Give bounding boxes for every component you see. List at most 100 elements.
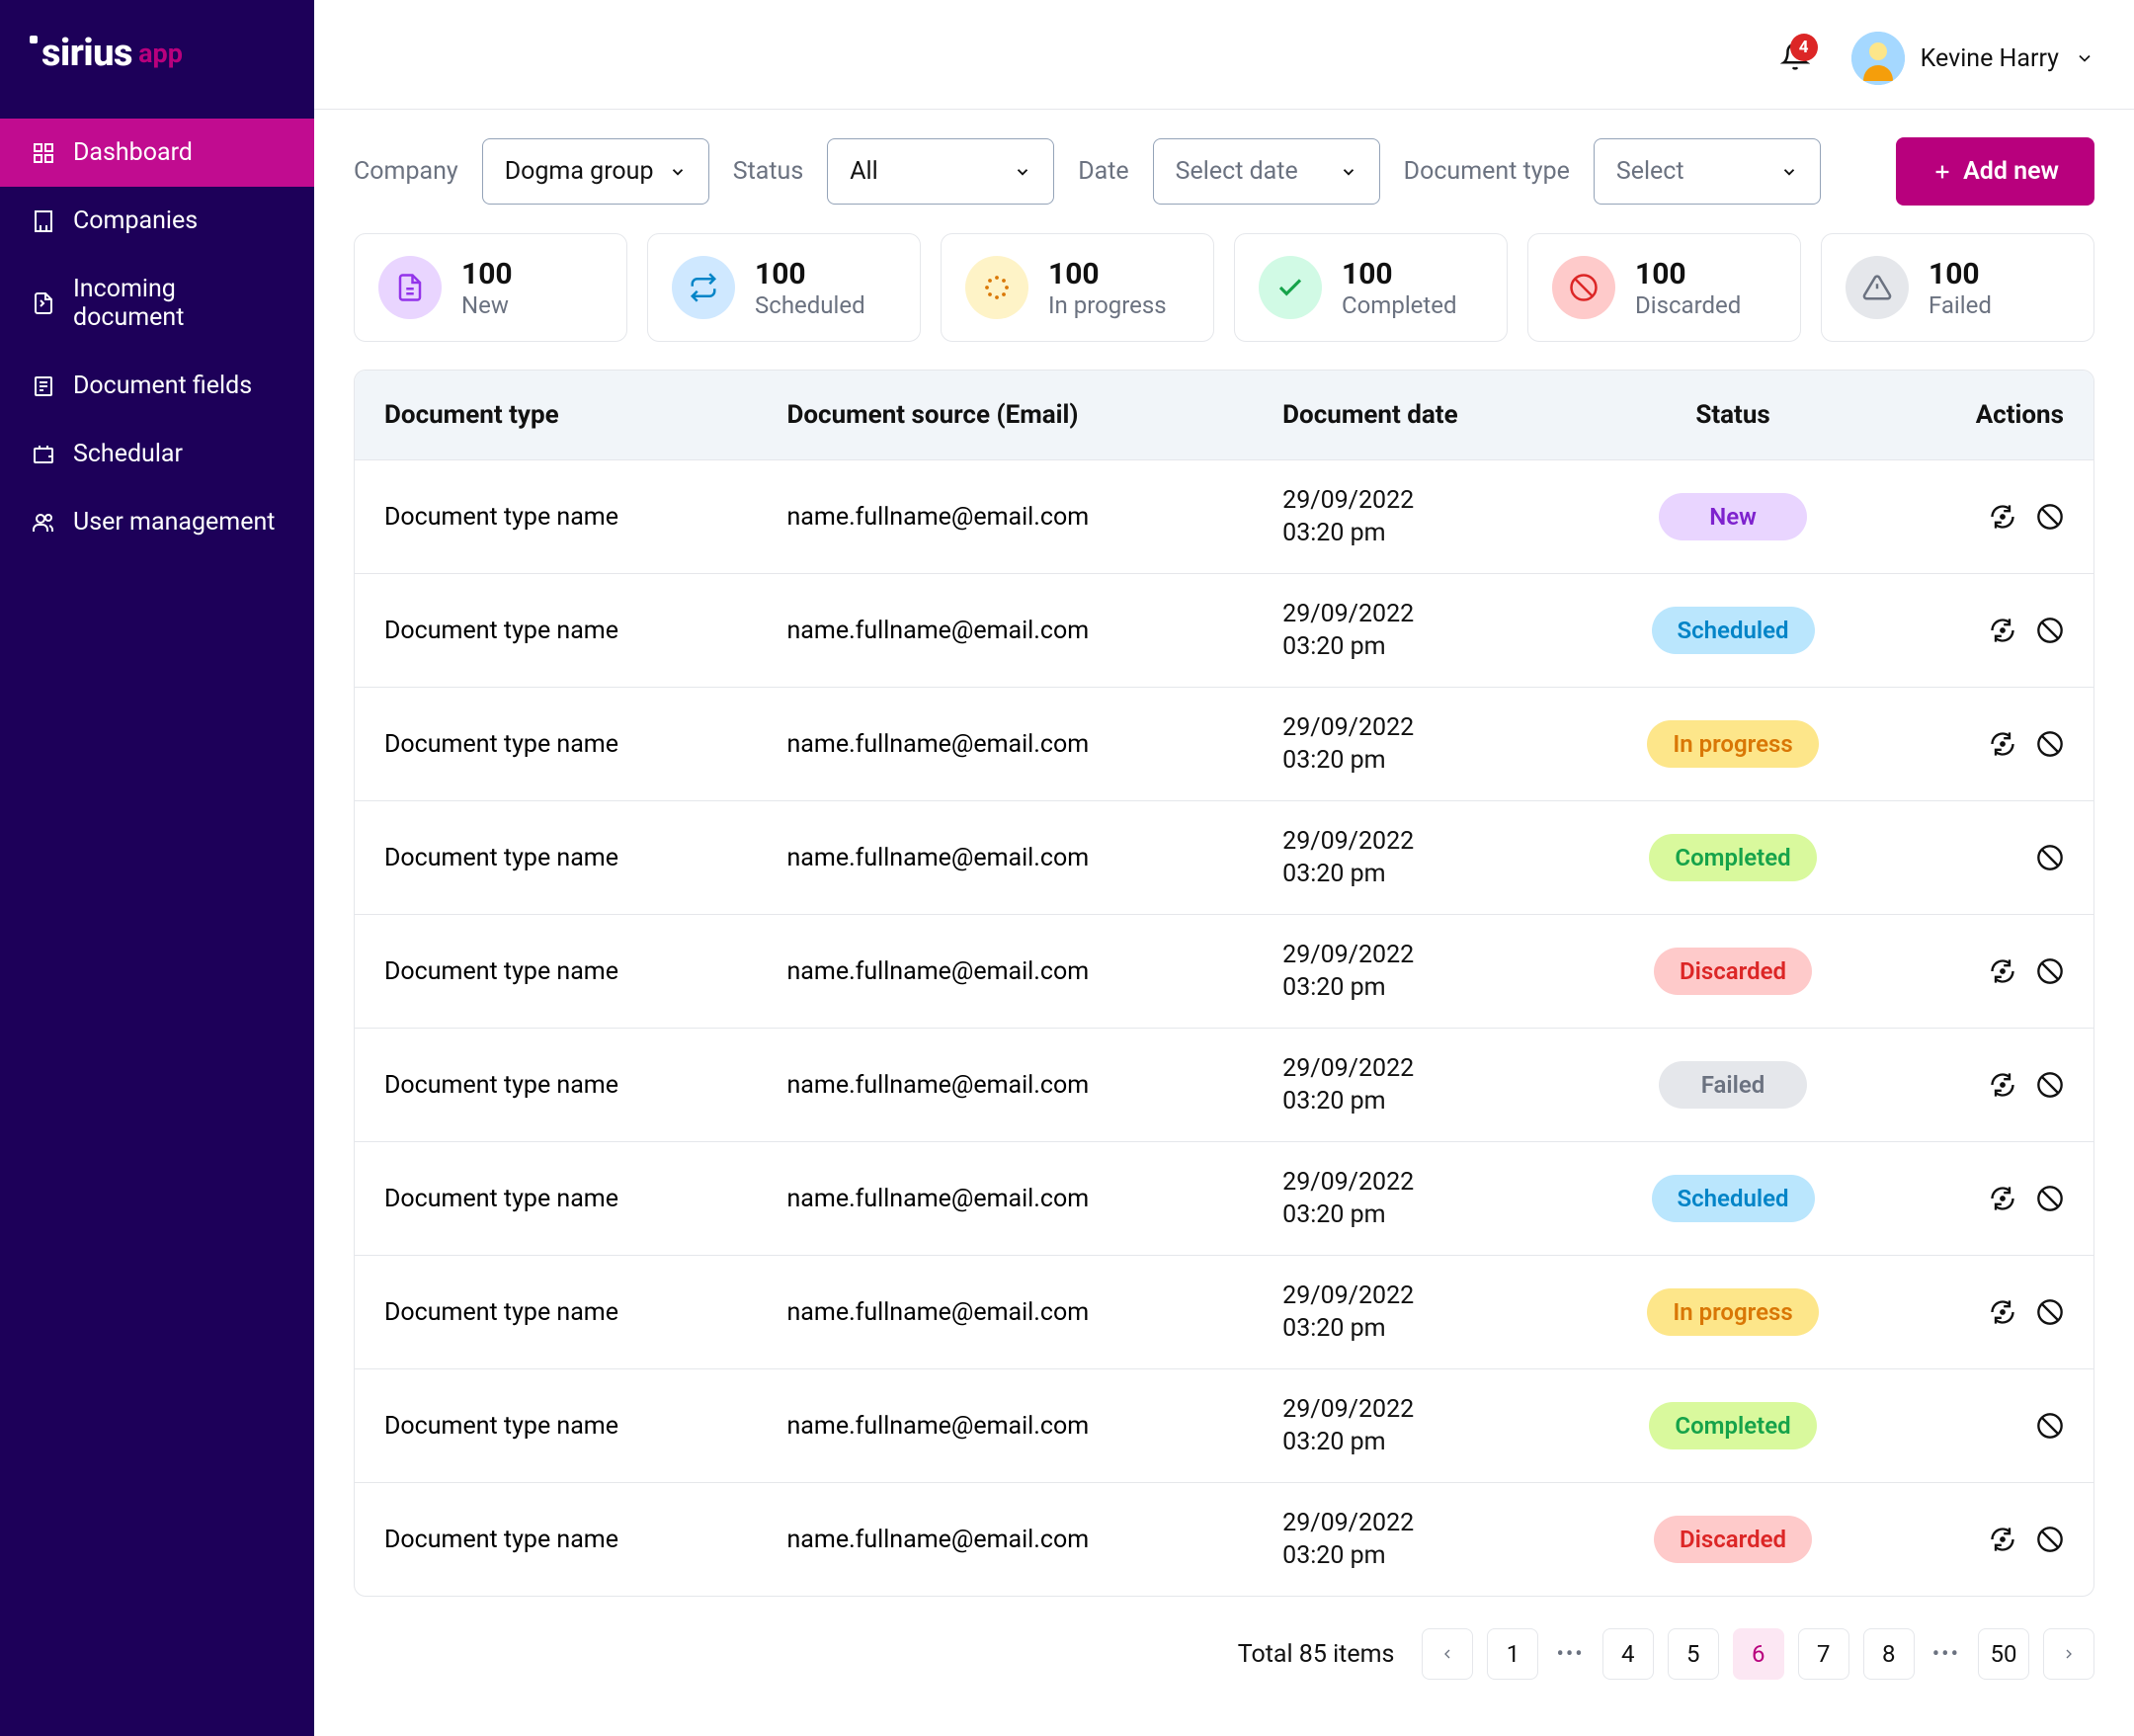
discard-button[interactable] (2036, 844, 2064, 871)
retry-button[interactable] (1989, 503, 2016, 531)
stat-card-progress[interactable]: 100In progress (941, 233, 1214, 342)
sidebar-item-companies[interactable]: Companies (0, 187, 314, 255)
schedular-icon (32, 443, 55, 466)
cell-date: 29/09/202203:20 pm (1253, 460, 1575, 574)
status-badge: Discarded (1654, 948, 1812, 995)
page-button-8[interactable]: 8 (1863, 1628, 1915, 1680)
retry-button[interactable] (1989, 1298, 2016, 1326)
cell-date: 29/09/202203:20 pm (1253, 1483, 1575, 1597)
document-fields-icon (32, 374, 55, 398)
page-button-4[interactable]: 4 (1602, 1628, 1654, 1680)
discard-button[interactable] (2036, 1071, 2064, 1099)
sidebar-item-schedular[interactable]: Schedular (0, 420, 314, 488)
incoming-document-icon (32, 291, 55, 315)
stat-card-completed[interactable]: 100Completed (1234, 233, 1508, 342)
stat-count: 100 (1342, 257, 1457, 291)
col-source: Document source (Email) (757, 371, 1253, 460)
cell-actions (1891, 574, 2093, 688)
avatar-icon (1851, 32, 1905, 85)
cell-type: Document type name (355, 915, 757, 1029)
discard-button[interactable] (2036, 957, 2064, 985)
stat-label: Completed (1342, 291, 1457, 319)
stat-label: Failed (1929, 291, 1992, 319)
page-prev-button[interactable] (1422, 1628, 1473, 1680)
discard-button[interactable] (2036, 730, 2064, 758)
table-row: Document type namename.fullname@email.co… (355, 1256, 2093, 1369)
cell-email: name.fullname@email.com (757, 915, 1253, 1029)
page-button-5[interactable]: 5 (1668, 1628, 1719, 1680)
discard-button[interactable] (2036, 1526, 2064, 1553)
retry-button[interactable] (1989, 730, 2016, 758)
page-button-1[interactable]: 1 (1487, 1628, 1538, 1680)
table-row: Document type namename.fullname@email.co… (355, 574, 2093, 688)
table-row: Document type namename.fullname@email.co… (355, 1483, 2093, 1597)
stat-count: 100 (1048, 257, 1167, 291)
sidebar-item-document-fields[interactable]: Document fields (0, 352, 314, 420)
table-row: Document type namename.fullname@email.co… (355, 1142, 2093, 1256)
add-new-button[interactable]: Add new (1896, 137, 2094, 206)
topbar: 4 Kevine Harry (314, 0, 2134, 110)
cell-status: New (1575, 460, 1891, 574)
cell-actions (1891, 460, 2093, 574)
status-badge: In progress (1647, 720, 1818, 768)
documents-table: Document type Document source (Email) Do… (355, 371, 2093, 1596)
doctype-select[interactable]: Select (1594, 138, 1821, 205)
discard-button[interactable] (2036, 617, 2064, 644)
sidebar-item-label: Incoming document (73, 275, 283, 332)
date-select[interactable]: Select date (1153, 138, 1380, 205)
sidebar-item-incoming-document[interactable]: Incoming document (0, 255, 314, 352)
sidebar-item-label: Document fields (73, 372, 252, 400)
stat-card-failed[interactable]: 100Failed (1821, 233, 2094, 342)
stat-card-new[interactable]: 100New (354, 233, 627, 342)
cell-email: name.fullname@email.com (757, 801, 1253, 915)
page-button-6[interactable]: 6 (1733, 1628, 1784, 1680)
page-button-7[interactable]: 7 (1798, 1628, 1849, 1680)
cell-status: Failed (1575, 1029, 1891, 1142)
cell-date: 29/09/202203:20 pm (1253, 801, 1575, 915)
cell-email: name.fullname@email.com (757, 688, 1253, 801)
page-button-50[interactable]: 50 (1978, 1628, 2029, 1680)
page-ellipsis: ••• (1929, 1642, 1964, 1667)
retry-button[interactable] (1989, 1526, 2016, 1553)
stat-card-scheduled[interactable]: 100Scheduled (647, 233, 921, 342)
discard-button[interactable] (2036, 1412, 2064, 1440)
main: 4 Kevine Harry Company Dogma group Statu… (314, 0, 2134, 1736)
logo-main: sirius (41, 32, 132, 75)
company-label: Company (354, 157, 458, 186)
cell-date: 29/09/202203:20 pm (1253, 688, 1575, 801)
cell-type: Document type name (355, 1483, 757, 1597)
notification-bell[interactable]: 4 (1780, 41, 1810, 75)
status-select[interactable]: All (827, 138, 1054, 205)
cell-actions (1891, 1483, 2093, 1597)
company-select[interactable]: Dogma group (482, 138, 709, 205)
user-management-icon (32, 511, 55, 535)
cell-status: Scheduled (1575, 574, 1891, 688)
sidebar-item-dashboard[interactable]: Dashboard (0, 119, 314, 187)
sidebar-item-user-management[interactable]: User management (0, 488, 314, 556)
discard-button[interactable] (2036, 503, 2064, 531)
retry-button[interactable] (1989, 617, 2016, 644)
discard-button[interactable] (2036, 1185, 2064, 1212)
discard-button[interactable] (2036, 1298, 2064, 1326)
cell-status: In progress (1575, 1256, 1891, 1369)
cell-date: 29/09/202203:20 pm (1253, 915, 1575, 1029)
retry-button[interactable] (1989, 957, 2016, 985)
cell-status: Discarded (1575, 1483, 1891, 1597)
logo: sirius app (0, 0, 314, 119)
chevron-down-icon (669, 163, 687, 181)
page-next-button[interactable] (2043, 1628, 2094, 1680)
cell-type: Document type name (355, 460, 757, 574)
table-row: Document type namename.fullname@email.co… (355, 1029, 2093, 1142)
cell-status: Completed (1575, 1369, 1891, 1483)
cell-email: name.fullname@email.com (757, 1029, 1253, 1142)
cell-date: 29/09/202203:20 pm (1253, 1142, 1575, 1256)
stat-card-discarded[interactable]: 100Discarded (1527, 233, 1801, 342)
cell-actions (1891, 1142, 2093, 1256)
doctype-value: Select (1616, 157, 1684, 186)
retry-button[interactable] (1989, 1071, 2016, 1099)
user-menu[interactable]: Kevine Harry (1851, 32, 2094, 85)
add-new-label: Add new (1963, 157, 2059, 186)
col-date: Document date (1253, 371, 1575, 460)
retry-button[interactable] (1989, 1185, 2016, 1212)
cell-actions (1891, 1029, 2093, 1142)
